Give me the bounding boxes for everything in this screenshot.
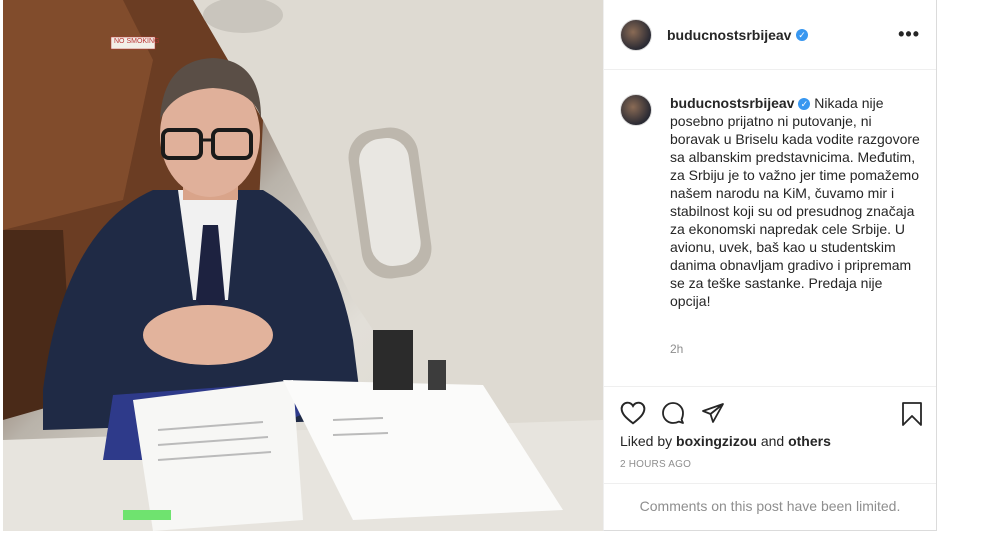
post-timestamp[interactable]: 2 HOURS AGO: [620, 459, 691, 470]
author-username[interactable]: buducnostsrbijeav: [667, 27, 791, 43]
caption-avatar[interactable]: [620, 94, 652, 126]
save-bookmark-icon[interactable]: [900, 401, 924, 427]
author-avatar[interactable]: [620, 19, 652, 51]
verified-badge-icon: ✓: [796, 29, 808, 41]
liked-by-prefix: Liked by: [620, 433, 673, 449]
caption-verified-icon: ✓: [798, 98, 811, 111]
caption-text: Nikada nije posebno prijatno ni putovanj…: [670, 95, 920, 309]
post-photo: NO SMOKING: [3, 0, 603, 531]
liked-by-summary: Liked by boxingzizou and others: [620, 433, 831, 449]
post-actions: Liked by boxingzizou and others 2 HOURS …: [604, 386, 936, 531]
share-paper-plane-icon[interactable]: [700, 401, 726, 425]
liked-by-others-link[interactable]: others: [788, 433, 831, 449]
caption-username[interactable]: buducnostsrbijeav: [670, 95, 794, 111]
caption-timestamp[interactable]: 2h: [670, 342, 683, 356]
more-options-icon[interactable]: •••: [898, 24, 920, 45]
no-smoking-sign: NO SMOKING: [114, 38, 160, 45]
comments-area: buducnostsrbijeav ✓ Nikada nije posebno …: [604, 70, 936, 386]
comment-icon[interactable]: [660, 401, 686, 425]
liked-by-and: and: [760, 433, 785, 449]
comments-limited-notice: Comments on this post have been limited.: [604, 483, 936, 531]
like-heart-icon[interactable]: [620, 401, 646, 425]
post-caption: buducnostsrbijeav ✓ Nikada nije posebno …: [670, 94, 924, 310]
post-side-panel: buducnostsrbijeav ✓ ••• buducnostsrbijea…: [603, 0, 937, 531]
liked-by-user-link[interactable]: boxingzizou: [676, 433, 757, 449]
post-header: buducnostsrbijeav ✓ •••: [604, 0, 936, 70]
